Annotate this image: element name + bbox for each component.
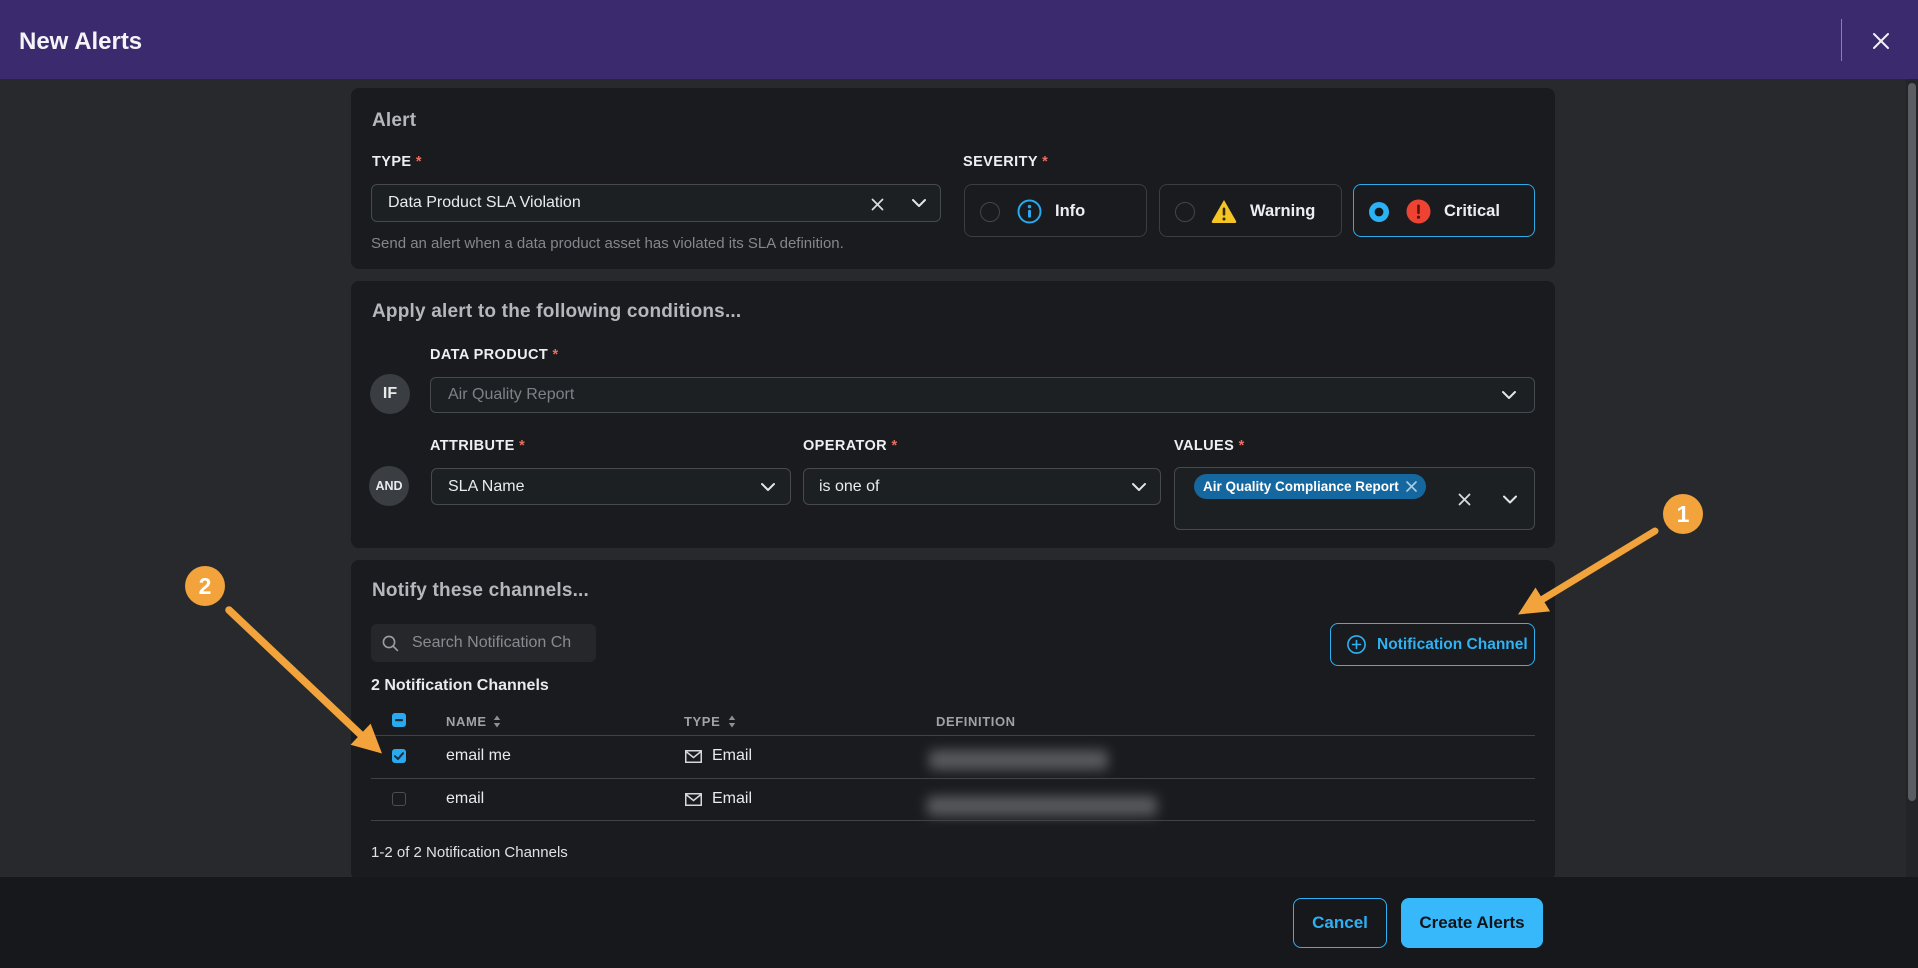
svg-text:2: 2 (199, 573, 212, 599)
svg-text:1: 1 (1677, 501, 1690, 527)
